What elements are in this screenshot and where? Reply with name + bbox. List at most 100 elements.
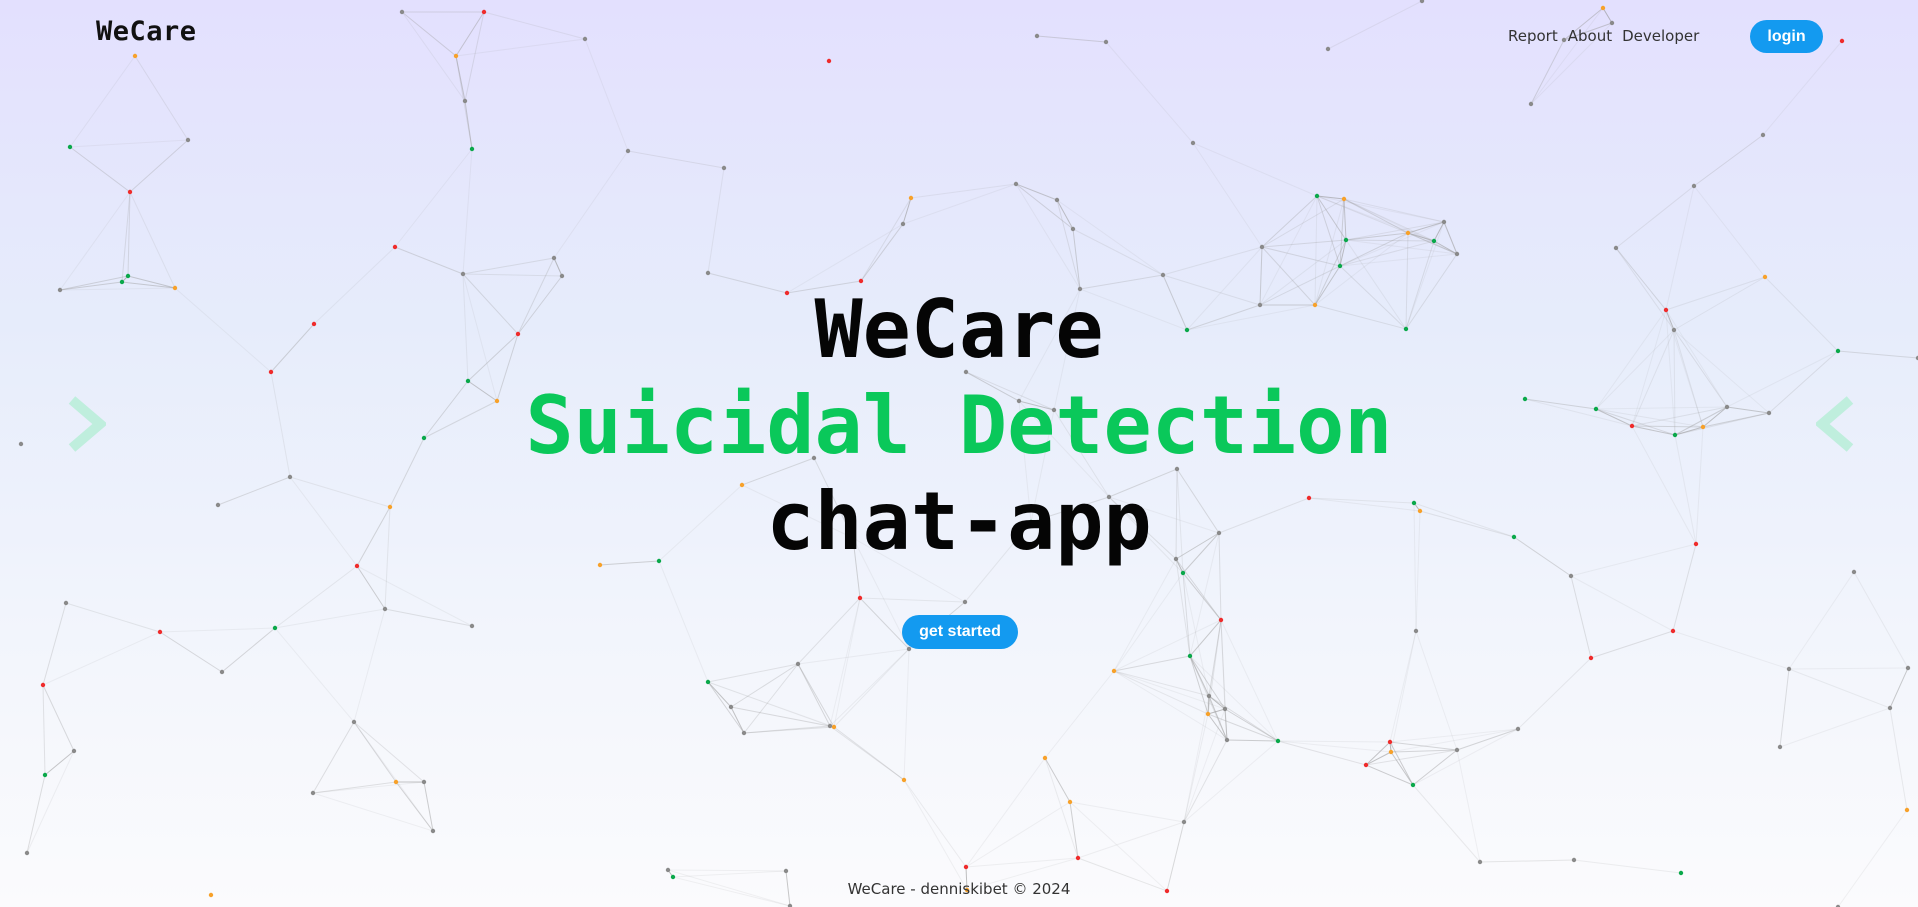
network-node: [1839, 38, 1845, 44]
network-node: [1042, 755, 1048, 761]
hero-tagline: chat-app: [766, 475, 1152, 568]
hero-subtitle: Suicidal Detection: [525, 379, 1393, 472]
network-node: [42, 772, 48, 778]
network-node: [1887, 705, 1893, 711]
network-node: [1670, 628, 1676, 634]
network-link: [1672, 630, 1790, 670]
network-link: [274, 565, 358, 629]
network-node: [1180, 570, 1186, 576]
network-node: [382, 606, 388, 612]
network-link: [1343, 198, 1458, 255]
network-node: [1786, 666, 1792, 672]
network-node: [1111, 668, 1117, 674]
network-link: [26, 774, 46, 854]
network-link: [1779, 668, 1790, 748]
network-node: [1259, 244, 1265, 250]
network-link: [462, 148, 473, 275]
hero-title: WeCare: [814, 283, 1104, 376]
network-link: [1277, 740, 1367, 766]
network-node: [1405, 230, 1411, 236]
network-link: [1182, 572, 1222, 621]
network-link: [1788, 571, 1855, 670]
network-node: [721, 165, 727, 171]
network-link: [1339, 253, 1458, 267]
network-link: [1327, 0, 1423, 50]
network-link: [1415, 630, 1458, 751]
network-node: [1343, 237, 1349, 243]
network-link: [1456, 749, 1481, 863]
login-button[interactable]: login: [1750, 20, 1823, 53]
network-link: [797, 648, 910, 665]
network-link: [59, 191, 131, 291]
nav-report-link[interactable]: Report: [1508, 27, 1558, 45]
network-node: [705, 679, 711, 685]
network-node: [670, 874, 676, 880]
network-node: [1515, 726, 1521, 732]
network-link: [69, 55, 136, 148]
network-node: [827, 723, 833, 729]
network-link: [1113, 655, 1191, 672]
network-link: [394, 148, 473, 248]
network-link: [1343, 198, 1347, 241]
network-link: [627, 150, 725, 169]
network-node: [430, 828, 436, 834]
network-node: [1410, 782, 1416, 788]
network-link: [1183, 739, 1228, 823]
network-link: [1113, 572, 1184, 672]
get-started-button[interactable]: get started: [902, 615, 1018, 649]
network-node: [559, 273, 565, 279]
network-link: [1573, 859, 1682, 874]
network-link: [1015, 183, 1074, 230]
network-node: [127, 189, 133, 195]
network-link: [1036, 35, 1107, 43]
brand-logo[interactable]: WeCare: [96, 16, 197, 47]
network-link: [829, 725, 905, 781]
nav-developer-link[interactable]: Developer: [1622, 27, 1699, 45]
nav-about-link[interactable]: About: [1568, 27, 1612, 45]
network-node: [582, 36, 588, 42]
network-link: [1693, 134, 1764, 187]
network-node: [1341, 196, 1347, 202]
network-link: [464, 11, 485, 102]
network-node: [1528, 101, 1534, 107]
network-link: [1788, 667, 1909, 670]
network-link: [707, 167, 725, 274]
network-node: [1160, 272, 1166, 278]
network-node: [551, 255, 557, 261]
network-node: [421, 779, 427, 785]
network-node: [1013, 181, 1019, 187]
network-node: [1431, 238, 1437, 244]
network-link: [1226, 739, 1279, 742]
network-node: [728, 704, 734, 710]
network-node: [1222, 706, 1228, 712]
network-link: [1113, 619, 1222, 672]
network-link: [1345, 239, 1435, 242]
network-link: [353, 608, 386, 723]
network-link: [159, 631, 223, 673]
network-node: [1777, 744, 1783, 750]
network-link: [1192, 142, 1263, 248]
network-node: [1325, 46, 1331, 52]
network-link: [859, 597, 910, 650]
network-link: [1412, 749, 1458, 786]
network-link: [42, 684, 75, 752]
network-link: [455, 38, 586, 57]
network-link: [553, 150, 629, 259]
network-node: [1454, 747, 1460, 753]
network-link: [1602, 7, 1613, 24]
network-node: [1413, 628, 1419, 634]
network-link: [129, 139, 189, 193]
network-node: [1387, 739, 1393, 745]
network-link: [44, 750, 75, 776]
network-node: [125, 273, 131, 279]
network-link: [1069, 801, 1168, 892]
network-node: [460, 271, 466, 277]
network-node: [1388, 749, 1394, 755]
network-link: [1277, 740, 1392, 753]
network-link: [312, 792, 434, 832]
network-node: [900, 221, 906, 227]
network-node: [1070, 226, 1076, 232]
network-link: [1853, 571, 1909, 669]
network-link: [1069, 801, 1185, 823]
network-link: [1105, 41, 1194, 144]
